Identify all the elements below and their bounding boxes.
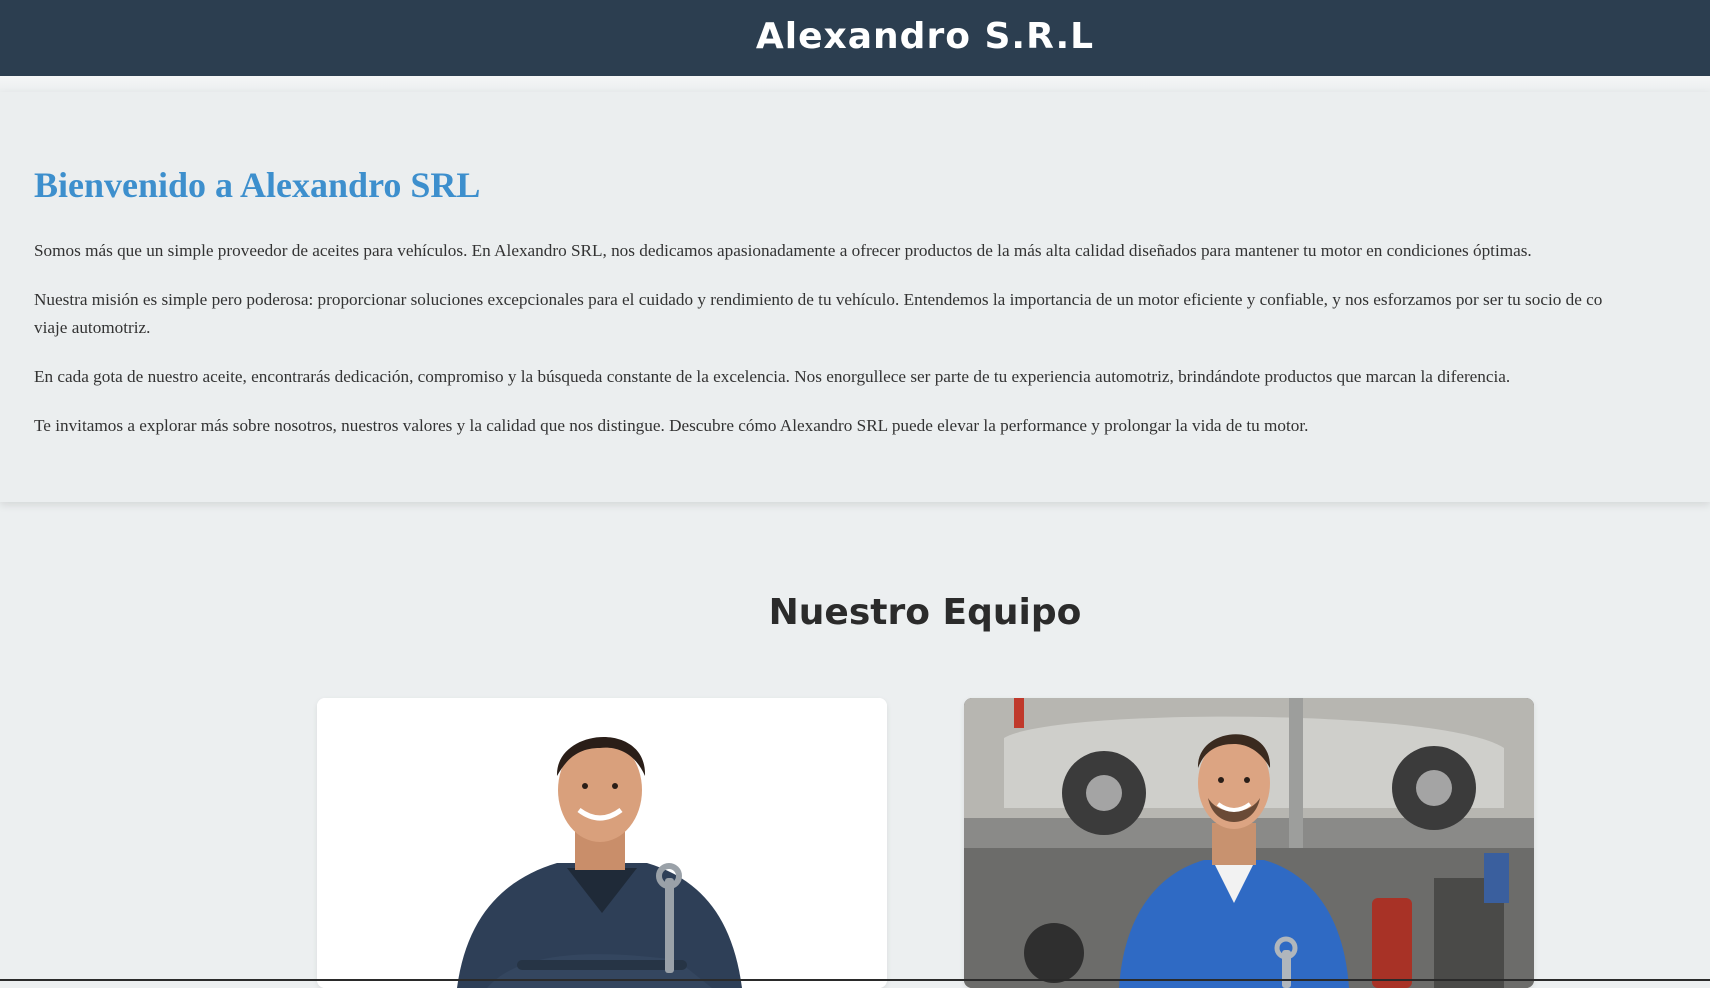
about-paragraph-4: Te invitamos a explorar más sobre nosotr… [34, 416, 1309, 435]
team-heading: Nuestro Equipo [768, 592, 1082, 633]
site-header: Alexandro S.R.L [0, 0, 1710, 76]
brand-title[interactable]: Alexandro S.R.L [756, 16, 1094, 57]
about-paragraph-2-line-1: Nuestra misión es simple pero poderosa: … [34, 290, 1603, 309]
welcome-heading: Bienvenido a Alexandro SRL [34, 165, 481, 205]
about-paragraph-2-line-2: viaje automotriz. [34, 318, 151, 337]
header-shadow [0, 76, 1710, 90]
team-member-card [964, 698, 1534, 988]
about-paragraph-2: Nuestra misión es simple pero poderosa: … [34, 286, 1710, 342]
about-paragraph-3: En cada gota de nuestro aceite, encontra… [34, 367, 1511, 386]
mechanic-crossed-arms-photo [317, 698, 887, 988]
mechanic-in-garage-photo [964, 698, 1534, 988]
about-paragraph-1: Somos más que un simple proveedor de ace… [34, 241, 1532, 260]
team-member-card [317, 698, 887, 988]
about-section: Bienvenido a Alexandro SRL Somos más que… [0, 92, 1710, 502]
